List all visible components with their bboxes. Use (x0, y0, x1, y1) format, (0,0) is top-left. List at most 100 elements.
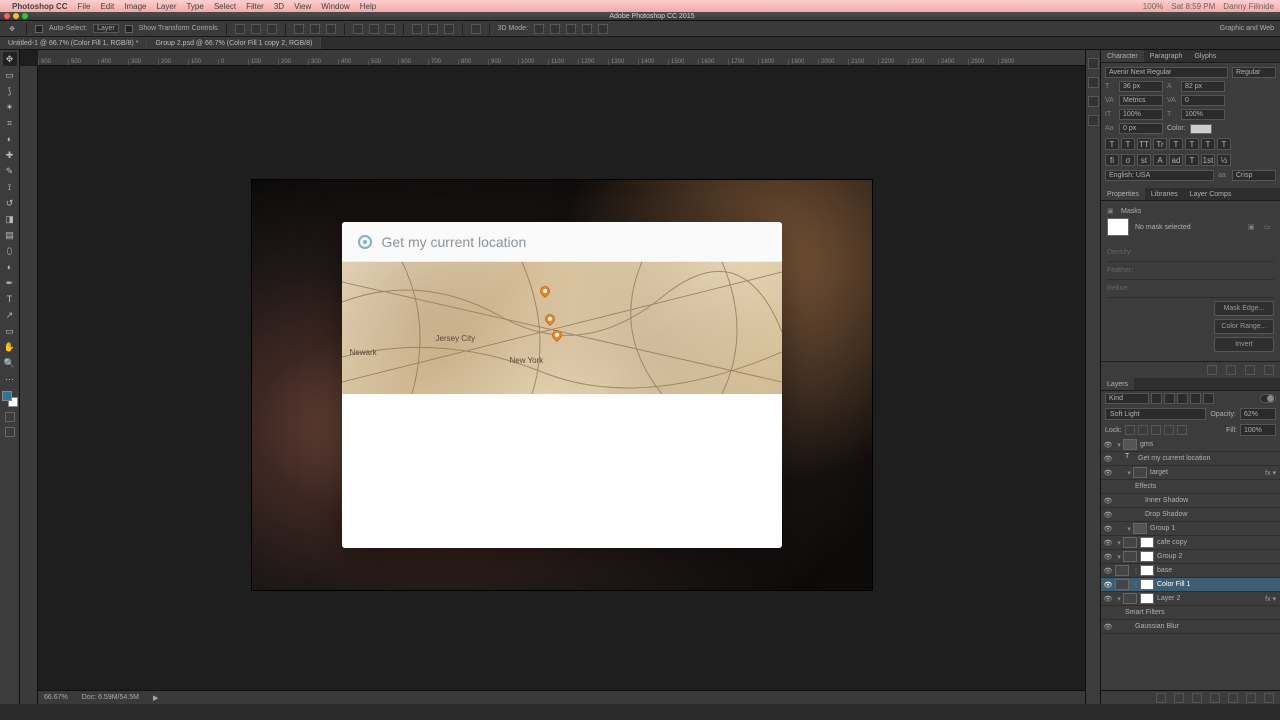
filter-toggle[interactable] (1260, 394, 1276, 403)
healing-tool-icon[interactable]: ✚ (3, 148, 17, 162)
baseline-field[interactable]: 0 px (1119, 123, 1163, 134)
layer-name[interactable]: Layer 2 (1157, 595, 1180, 602)
folder-arrow-icon[interactable]: ▾ (1115, 441, 1123, 449)
kerning-field[interactable]: Metrics (1119, 95, 1163, 106)
opacity-field[interactable]: 62% (1240, 408, 1276, 420)
delete-layer-icon[interactable] (1264, 693, 1274, 703)
brush-tool-icon[interactable]: ✎ (3, 164, 17, 178)
auto-align-icon[interactable] (471, 24, 481, 34)
shape-tool-icon[interactable]: ▭ (3, 324, 17, 338)
layer-filter-kind[interactable]: Kind (1105, 393, 1149, 404)
tracking-field[interactable]: 0 (1181, 95, 1225, 106)
stamp-tool-icon[interactable]: ⟟ (3, 180, 17, 194)
dist-top-icon[interactable] (353, 24, 363, 34)
fx-badge[interactable]: fx ▾ (1265, 469, 1276, 477)
link-layers-icon[interactable] (1156, 693, 1166, 703)
mask-edge-button[interactable]: Mask Edge... (1214, 301, 1274, 316)
threeD-slide-icon[interactable] (582, 24, 592, 34)
lock-pos-icon[interactable] (1151, 425, 1161, 435)
layer-name[interactable]: Get my current location (1138, 455, 1210, 462)
dist-hmid-icon[interactable] (428, 24, 438, 34)
tab-properties[interactable]: Properties (1101, 188, 1145, 200)
visibility-icon[interactable]: 👁 (1101, 623, 1115, 631)
type-style-button[interactable]: T (1105, 138, 1119, 150)
tab-paragraph[interactable]: Paragraph (1144, 50, 1189, 62)
layer-name[interactable]: Group 2 (1157, 553, 1182, 560)
blend-mode-field[interactable]: Soft Light (1105, 408, 1206, 420)
visibility-icon[interactable]: 👁 (1101, 539, 1115, 547)
type-style-button[interactable]: TT (1137, 138, 1151, 150)
swatches-panel-icon[interactable] (1088, 96, 1099, 107)
visibility-icon[interactable]: 👁 (1101, 581, 1115, 589)
traffic-lights[interactable] (4, 13, 28, 19)
filter-adjust-icon[interactable] (1164, 393, 1175, 404)
align-hmid-icon[interactable] (310, 24, 320, 34)
layer-name[interactable]: base (1157, 567, 1172, 574)
threeD-orbit-icon[interactable] (534, 24, 544, 34)
ruler-vertical[interactable] (20, 66, 38, 704)
antialias-field[interactable]: Crisp (1232, 170, 1276, 181)
menu-image[interactable]: Image (124, 2, 146, 11)
history-brush-tool-icon[interactable]: ↺ (3, 196, 17, 210)
menu-3d[interactable]: 3D (274, 2, 284, 11)
dist-left-icon[interactable] (412, 24, 422, 34)
visibility-icon[interactable]: 👁 (1101, 469, 1115, 477)
visibility-icon[interactable]: 👁 (1101, 511, 1115, 519)
menu-view[interactable]: View (294, 2, 311, 11)
eraser-tool-icon[interactable]: ◨ (3, 212, 17, 226)
align-right-icon[interactable] (326, 24, 336, 34)
menu-type[interactable]: Type (186, 2, 203, 11)
quickmask-icon[interactable] (5, 412, 15, 422)
layer-name[interactable]: gms (1140, 441, 1153, 448)
font-size-field[interactable]: 36 px (1119, 81, 1163, 92)
color-range-button[interactable]: Color Range... (1214, 319, 1274, 334)
menu-help[interactable]: Help (360, 2, 376, 11)
align-top-icon[interactable] (235, 24, 245, 34)
mask-thumb[interactable] (1107, 218, 1129, 236)
tab-group-2[interactable]: Group 2.psd @ 66.7% (Color Fill 1 copy 2… (147, 37, 321, 49)
move-tool-icon[interactable]: ✥ (3, 52, 17, 66)
lasso-tool-icon[interactable]: ⟆ (3, 84, 17, 98)
menu-window[interactable]: Window (321, 2, 349, 11)
load-selection-icon[interactable] (1207, 365, 1217, 375)
filter-pixel-icon[interactable] (1151, 393, 1162, 404)
lock-all-icon[interactable] (1177, 425, 1187, 435)
type-style-button[interactable]: T (1185, 138, 1199, 150)
path-tool-icon[interactable]: ↗ (3, 308, 17, 322)
canvas-area[interactable]: 6005004003002001000100200300400500600700… (20, 50, 1085, 704)
opentype-button[interactable]: 1st (1201, 154, 1215, 166)
expand-arrow-icon[interactable]: ▾ (1115, 595, 1123, 603)
layer-row[interactable]: 👁▾Group 2 (1101, 550, 1280, 564)
visibility-icon[interactable]: 👁 (1101, 595, 1115, 603)
opentype-button[interactable]: σ (1121, 154, 1135, 166)
layer-name[interactable]: Group 1 (1150, 525, 1175, 532)
opentype-button[interactable]: ad (1169, 154, 1183, 166)
visibility-icon[interactable]: 👁 (1101, 567, 1115, 575)
status-doc[interactable]: Doc: 6.59M/54.5M (82, 694, 139, 701)
lock-image-icon[interactable] (1138, 425, 1148, 435)
dodge-tool-icon[interactable]: ◐ (3, 260, 17, 274)
opentype-button[interactable]: fi (1105, 154, 1119, 166)
threeD-roll-icon[interactable] (550, 24, 560, 34)
align-bottom-icon[interactable] (267, 24, 277, 34)
ruler-horizontal[interactable]: 6005004003002001000100200300400500600700… (38, 50, 1085, 66)
layer-row[interactable]: 👁Gaussian Blur (1101, 620, 1280, 634)
text-color-swatch[interactable] (1190, 124, 1212, 134)
filter-smart-icon[interactable] (1203, 393, 1214, 404)
move-tool-icon[interactable]: ✥ (6, 23, 18, 35)
visibility-icon[interactable]: 👁 (1101, 525, 1115, 533)
adjustments-panel-icon[interactable] (1088, 115, 1099, 126)
font-family-field[interactable]: Avenir Next Regular (1105, 67, 1228, 78)
new-layer-icon[interactable] (1246, 693, 1256, 703)
gradient-tool-icon[interactable]: ▤ (3, 228, 17, 242)
artboard[interactable]: Get my current location (252, 180, 872, 590)
layer-row[interactable]: 👁▾Layer 2fx ▾ (1101, 592, 1280, 606)
type-style-button[interactable]: T (1201, 138, 1215, 150)
layer-row[interactable]: Smart Filters (1101, 606, 1280, 620)
layer-name[interactable]: Effects (1135, 483, 1156, 490)
show-transform-check[interactable] (125, 25, 133, 33)
filter-shape-icon[interactable] (1190, 393, 1201, 404)
layer-row[interactable]: 👁▾gms (1101, 438, 1280, 452)
layer-name[interactable]: Inner Shadow (1145, 497, 1188, 504)
zoom-tool-icon[interactable]: 🔍 (3, 356, 17, 370)
